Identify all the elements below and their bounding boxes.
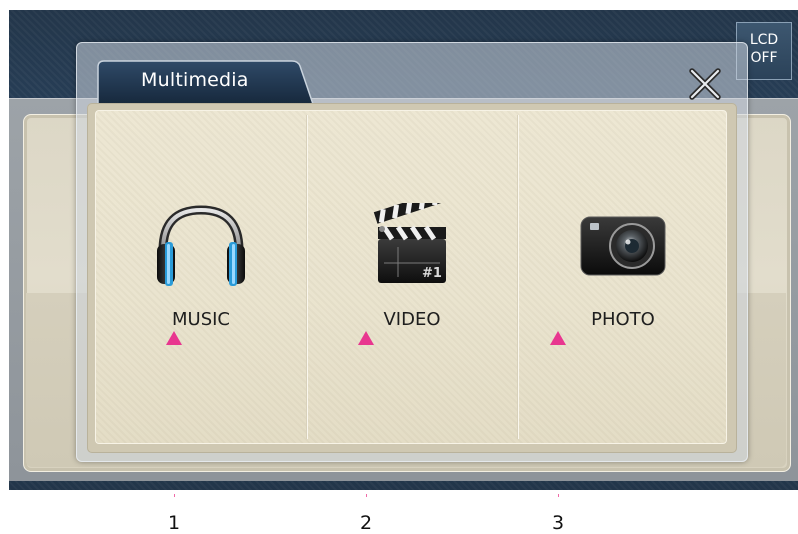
close-x-icon — [689, 68, 721, 100]
music-tile[interactable]: MUSIC — [96, 111, 306, 443]
photo-label: PHOTO — [591, 309, 655, 330]
callout-marker-2 — [358, 331, 374, 345]
camera-icon — [578, 211, 668, 285]
callout-tick-3 — [558, 494, 559, 497]
callout-number-2: 2 — [360, 512, 373, 534]
headphones-icon — [151, 204, 251, 294]
callout-marker-1 — [166, 331, 182, 345]
callout-number-3: 3 — [552, 512, 565, 534]
callout-tick-1 — [174, 494, 175, 497]
content-frame: MUSIC #1 VIDEO PHOTO — [87, 103, 737, 453]
svg-text:#1: #1 — [422, 266, 442, 281]
music-label: MUSIC — [171, 309, 230, 330]
device-screen: LCD OFF Multimedia MUSIC #1 VIDEO PHOTO — [9, 10, 798, 490]
popup-title-tab: Multimedia — [96, 57, 316, 107]
video-label: VIDEO — [383, 309, 441, 330]
close-button[interactable] — [688, 67, 722, 101]
callout-number-1: 1 — [168, 512, 181, 534]
callout-tick-2 — [366, 494, 367, 497]
popup-title: Multimedia — [141, 69, 249, 91]
photo-tile[interactable]: PHOTO — [518, 111, 728, 443]
multimedia-popup: Multimedia MUSIC #1 VIDEO PHOTO — [76, 42, 748, 462]
callout-marker-3 — [550, 331, 566, 345]
clapperboard-icon: #1 — [370, 191, 454, 293]
video-tile[interactable]: #1 VIDEO — [307, 111, 517, 443]
menu-grid: MUSIC #1 VIDEO PHOTO — [95, 110, 727, 444]
